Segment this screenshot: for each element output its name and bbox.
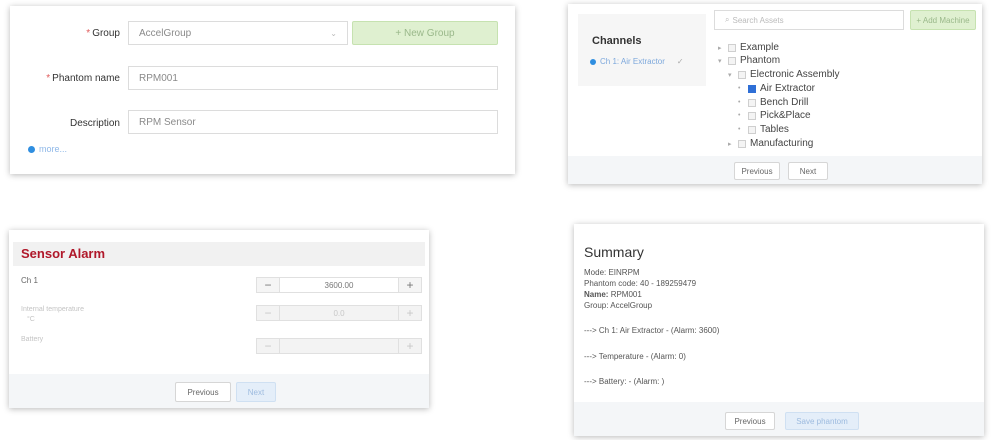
summary-footer xyxy=(574,402,984,436)
tree-item-tables[interactable]: • Tables xyxy=(738,124,789,135)
temperature-value[interactable]: 0.0 xyxy=(279,306,399,320)
search-assets-input[interactable]: ⌕ Search Assets xyxy=(714,10,904,30)
add-machine-button[interactable]: + Add Machine xyxy=(910,10,976,30)
description-input[interactable]: RPM Sensor xyxy=(128,110,498,134)
channels-panel: Channels Ch 1: Air Extractor ✓ ⌕ Search A… xyxy=(568,4,982,184)
check-icon: ✓ xyxy=(676,57,684,66)
summary-group: Group: AccelGroup xyxy=(584,301,653,310)
summary-line-ch1: ---> Ch 1: Air Extractor - (Alarm: 3600) xyxy=(584,326,720,335)
phantom-name-input[interactable]: RPM001 xyxy=(128,66,498,90)
bullet-icon: • xyxy=(738,126,741,133)
summary-line-battery: ---> Battery: - (Alarm: ) xyxy=(584,377,665,386)
next-button[interactable]: Next xyxy=(788,162,828,180)
ch1-stepper[interactable]: − 3600.00 + xyxy=(256,277,422,293)
collapse-icon: ▾ xyxy=(718,57,722,65)
new-group-button[interactable]: + New Group xyxy=(352,21,498,45)
increment-button[interactable]: + xyxy=(399,278,421,292)
channel-dot-icon xyxy=(590,58,596,65)
previous-button[interactable]: Previous xyxy=(175,382,231,402)
channels-sidebar xyxy=(578,14,706,86)
info-icon xyxy=(28,145,35,153)
bullet-icon: • xyxy=(738,85,741,92)
summary-phantom-code: Phantom code: 40 - 189259479 xyxy=(584,279,697,288)
next-button[interactable]: Next xyxy=(236,382,276,402)
checkbox[interactable] xyxy=(728,56,736,65)
summary-name: Name: RPM001 xyxy=(584,290,642,299)
group-form-panel: * Group AccelGroup ⌄ + New Group * Phantom… xyxy=(10,6,515,174)
checkbox[interactable] xyxy=(748,125,756,134)
save-phantom-button[interactable]: Save phantom xyxy=(785,412,859,430)
tree-item-electronic-assembly[interactable]: ▾ Electronic Assembly xyxy=(728,69,839,80)
previous-button[interactable]: Previous xyxy=(725,412,775,430)
summary-panel: Summary Mode: EINRPM Phantom code: 40 - … xyxy=(574,224,984,436)
temperature-unit: °C xyxy=(27,316,35,323)
checkbox[interactable] xyxy=(748,111,756,120)
tree-item-example[interactable]: ▸ Example xyxy=(718,42,779,53)
bullet-icon: • xyxy=(738,99,741,106)
expand-icon: ▸ xyxy=(728,140,732,148)
collapse-icon: ▾ xyxy=(728,71,732,79)
tree-item-air-extractor[interactable]: • Air Extractor xyxy=(738,83,815,94)
phantom-name-label: * Phantom name xyxy=(46,73,120,84)
temperature-stepper[interactable]: − 0.0 + xyxy=(256,305,422,321)
summary-line-temperature: ---> Temperature - (Alarm: 0) xyxy=(584,352,686,361)
tree-item-manufacturing[interactable]: ▸ Manufacturing xyxy=(728,138,813,149)
decrement-button[interactable]: − xyxy=(257,339,279,353)
summary-mode: Mode: EINRPM xyxy=(584,268,640,277)
battery-stepper[interactable]: − + xyxy=(256,338,422,354)
battery-value[interactable] xyxy=(279,339,399,353)
channel-item[interactable]: Ch 1: Air Extractor ✓ xyxy=(590,57,684,66)
sensor-alarm-title: Sensor Alarm xyxy=(21,246,106,261)
tree-item-bench-drill[interactable]: • Bench Drill xyxy=(738,97,808,108)
channels-title: Channels xyxy=(592,35,642,47)
tree-item-phantom[interactable]: ▾ Phantom xyxy=(718,55,780,66)
more-link[interactable]: more... xyxy=(28,144,67,154)
group-select[interactable]: AccelGroup ⌄ xyxy=(128,21,348,45)
increment-button[interactable]: + xyxy=(399,306,421,320)
bullet-icon: • xyxy=(738,112,741,119)
decrement-button[interactable]: − xyxy=(257,306,279,320)
checkbox[interactable] xyxy=(748,98,756,107)
summary-name-key: Name: xyxy=(584,290,609,299)
checkbox[interactable] xyxy=(738,70,746,79)
expand-icon: ▸ xyxy=(718,44,722,52)
chevron-down-icon: ⌄ xyxy=(330,28,337,38)
summary-name-value: RPM001 xyxy=(610,290,642,299)
group-label: * Group xyxy=(86,28,120,39)
tree-item-pick-place[interactable]: • Pick&Place xyxy=(738,110,811,121)
search-icon: ⌕ xyxy=(725,15,730,24)
summary-title: Summary xyxy=(584,244,644,260)
sensor-alarm-panel: Sensor Alarm Ch 1 − 3600.00 + Internal t… xyxy=(9,230,429,408)
checkbox[interactable] xyxy=(728,43,736,52)
battery-label: Battery xyxy=(21,336,44,343)
checkbox[interactable] xyxy=(738,139,746,148)
ch1-value[interactable]: 3600.00 xyxy=(279,278,399,292)
checkbox-checked[interactable] xyxy=(748,84,756,93)
ch1-label: Ch 1 xyxy=(21,276,38,285)
increment-button[interactable]: + xyxy=(399,339,421,353)
decrement-button[interactable]: − xyxy=(257,278,279,292)
temperature-label: Internal temperature xyxy=(21,306,85,313)
description-label: Description xyxy=(69,118,120,129)
previous-button[interactable]: Previous xyxy=(734,162,780,180)
